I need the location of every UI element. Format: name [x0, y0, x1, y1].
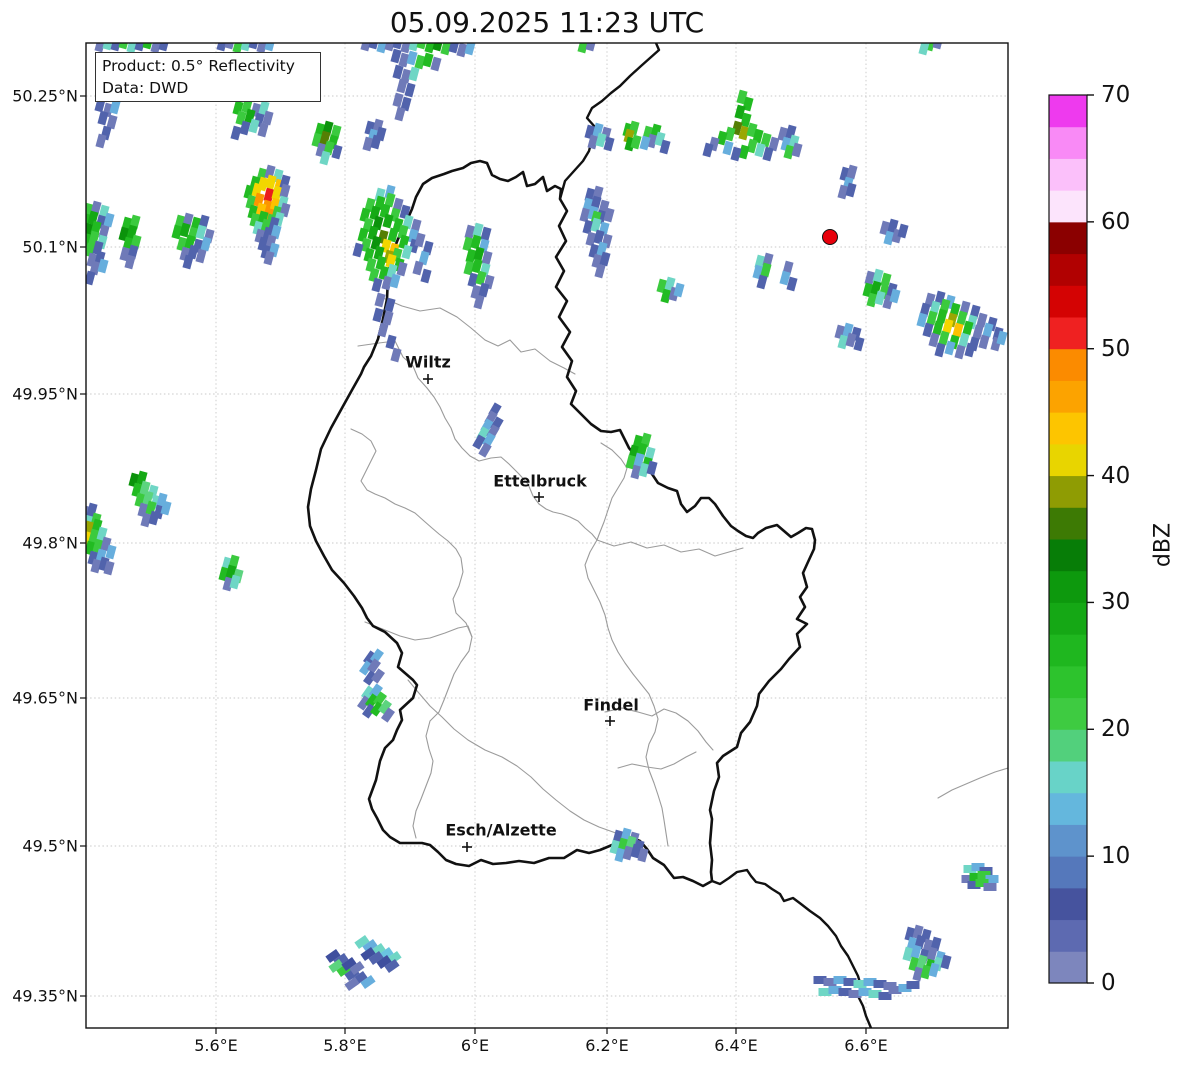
colorbar-segment: [1049, 888, 1087, 920]
radar-cell: [420, 269, 431, 284]
colorbar-tick-label: 0: [1101, 970, 1116, 996]
colorbar-segment: [1049, 127, 1087, 159]
district-border: [597, 540, 743, 556]
colorbar-tick-label: 60: [1101, 209, 1130, 235]
data-source-line: Data: DWD: [102, 77, 314, 99]
y-axis-tick-label: 50.1°N: [0, 238, 78, 257]
radar-cell: [377, 323, 388, 338]
city-label-ettelbruck: Ettelbruck: [493, 472, 586, 491]
colorbar-segment: [1049, 729, 1087, 761]
radar-cell: [385, 335, 396, 350]
radar-cell: [230, 126, 241, 141]
city-marker-ettelbruck: [534, 492, 544, 502]
colorbar-segment: [1049, 666, 1087, 698]
x-axis-tick-label: 6.2°E: [585, 1036, 629, 1055]
colorbar-segment: [1049, 412, 1087, 444]
radar-cell: [390, 348, 401, 363]
x-axis-tick-label: 6°E: [461, 1036, 489, 1055]
colorbar-segment: [1049, 158, 1087, 190]
product-info-box: Product: 0.5° Reflectivity Data: DWD: [95, 52, 321, 102]
district-border: [938, 768, 1008, 798]
district-border: [585, 540, 668, 846]
x-axis-tick-label: 5.8°E: [323, 1036, 367, 1055]
district-border: [351, 429, 472, 838]
colorbar-segment: [1049, 95, 1087, 127]
colorbar-segment: [1049, 476, 1087, 508]
colorbar-tick-label: 20: [1101, 716, 1130, 742]
radar-cell: [478, 283, 489, 298]
colorbar-segment: [1049, 285, 1087, 317]
colorbar-segment: [1049, 317, 1087, 349]
colorbar-segment: [1049, 507, 1087, 539]
colorbar-segment: [1049, 349, 1087, 381]
radar-cell: [585, 37, 596, 52]
radar-cell: [932, 35, 943, 50]
radar-cell: [264, 37, 275, 52]
product-info-line: Product: 0.5° Reflectivity: [102, 55, 314, 77]
colorbar-segment: [1049, 634, 1087, 666]
colorbar-segment: [1049, 222, 1087, 254]
colorbar-segment: [1049, 951, 1087, 983]
colorbar-segment: [1049, 793, 1087, 825]
colorbar-tick-label: 50: [1101, 336, 1130, 362]
radar-cell: [95, 134, 106, 149]
radar-cell: [984, 883, 997, 891]
radar-cell: [374, 293, 385, 308]
radar-cell: [730, 147, 741, 162]
colorbar-segment: [1049, 824, 1087, 856]
y-axis-tick-label: 49.95°N: [0, 385, 78, 404]
colorbar-segment: [1049, 254, 1087, 286]
radar-cell: [702, 143, 713, 158]
city-label-esch-alzette: Esch/Alzette: [445, 821, 556, 840]
y-axis-tick-label: 49.65°N: [0, 689, 78, 708]
radar-map-app: 05.09.2025 11:23 UTC Product: 0.5° Refle…: [0, 0, 1184, 1081]
radar-cell: [352, 243, 363, 258]
colorbar-segment: [1049, 444, 1087, 476]
y-axis-tick-label: 50.25°N: [0, 87, 78, 106]
city-label-wiltz: Wiltz: [405, 353, 451, 372]
x-axis-tick-label: 6.6°E: [844, 1036, 888, 1055]
colorbar-segment: [1049, 856, 1087, 888]
map-plot-area: [78, 35, 1008, 1028]
y-axis-tick-label: 49.35°N: [0, 987, 78, 1006]
y-axis-tick-label: 49.8°N: [0, 534, 78, 553]
city-marker-esch-alzette: [462, 842, 472, 852]
city-marker-wiltz: [423, 374, 433, 384]
country-border-belgium-germany: [560, 43, 659, 199]
radar-cell: [673, 283, 684, 298]
colorbar-unit-label: dBZ: [1151, 523, 1176, 567]
colorbar-tick-label: 40: [1101, 463, 1130, 489]
city-marker-findel: [605, 716, 615, 726]
radar-cell: [412, 261, 423, 276]
x-axis-tick-label: 6.4°E: [714, 1036, 758, 1055]
colorbar-tick-label: 30: [1101, 589, 1130, 615]
y-axis-tick-label: 49.5°N: [0, 837, 78, 856]
colorbar-tick-label: 10: [1101, 843, 1130, 869]
radar-cell: [97, 111, 108, 126]
x-axis-tick-label: 5.6°E: [194, 1036, 238, 1055]
colorbar-segment: [1049, 380, 1087, 412]
colorbar-tick-label: 70: [1101, 82, 1130, 108]
radar-cell: [897, 224, 908, 239]
colorbar-segment: [1049, 602, 1087, 634]
district-border: [597, 443, 627, 540]
radar-cell: [158, 37, 169, 52]
district-border: [618, 752, 696, 769]
radar-map-canvas: [0, 0, 1184, 1081]
radar-site-marker: [823, 230, 838, 245]
colorbar-segment: [1049, 698, 1087, 730]
radar-cell: [408, 67, 419, 82]
country-border-france-germany: [712, 870, 871, 1028]
radar-cell: [846, 165, 857, 180]
radar-cell: [394, 107, 405, 122]
colorbar-segment: [1049, 539, 1087, 571]
colorbar-segment: [1049, 761, 1087, 793]
radar-cell: [907, 981, 920, 989]
colorbar-segment: [1049, 571, 1087, 603]
colorbar-segment: [1049, 920, 1087, 952]
city-label-findel: Findel: [583, 696, 639, 715]
colorbar-segment: [1049, 190, 1087, 222]
